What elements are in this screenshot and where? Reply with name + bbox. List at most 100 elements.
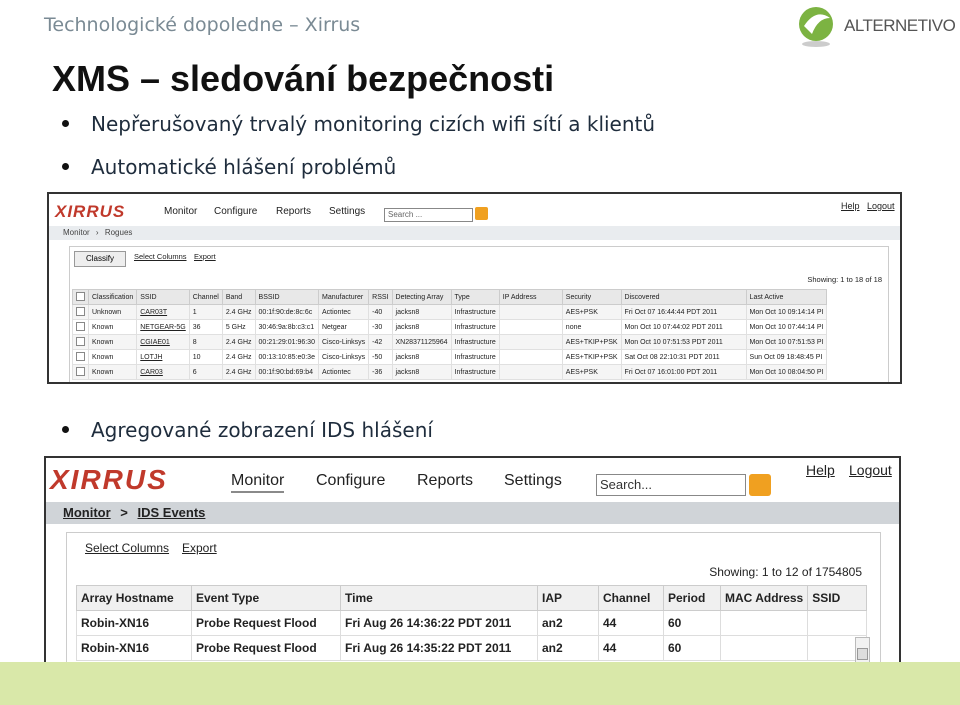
column-header[interactable]: IP Address: [498, 289, 563, 305]
table-cell: Known: [87, 334, 138, 350]
classify-button[interactable]: Classify: [74, 251, 126, 267]
table-cell: jacksn8: [391, 319, 452, 335]
column-header[interactable]: Type: [450, 289, 500, 305]
column-header[interactable]: Band: [221, 289, 256, 305]
column-header[interactable]: Channel: [598, 585, 664, 611]
ssid-link[interactable]: CAR03: [136, 364, 190, 380]
column-header[interactable]: Manufacturer: [317, 289, 370, 305]
nav-reports[interactable]: Reports: [276, 206, 311, 217]
ssid-link[interactable]: CAR03T: [136, 304, 190, 320]
column-header[interactable]: Security: [561, 289, 622, 305]
nav-configure[interactable]: Configure: [214, 206, 257, 217]
table-cell: 5 GHz: [221, 319, 256, 335]
row-checkbox[interactable]: [72, 334, 89, 350]
row-checkbox[interactable]: [72, 319, 89, 335]
table-cell: 1: [188, 304, 223, 320]
table-cell: -30: [368, 319, 393, 335]
table-cell: 2.4 GHz: [221, 304, 256, 320]
table-cell: Actiontec: [317, 364, 370, 380]
table-cell: Infrastructure: [450, 349, 500, 365]
help-link[interactable]: Help: [806, 462, 835, 478]
rogues-panel: Classify Select Columns Export Showing: …: [69, 246, 889, 382]
breadcrumb: Monitor › Rogues: [49, 226, 900, 240]
column-header[interactable]: Event Type: [191, 585, 341, 611]
column-header[interactable]: Detecting Array: [391, 289, 452, 305]
table-row[interactable]: Known LOTJH 10 2.4 GHz 00:13:10:85:e0:3e…: [72, 349, 828, 365]
leaf-logo-icon: [799, 7, 833, 47]
table-row[interactable]: Known CAR03 6 2.4 GHz 00:1f:90:bd:69:b4 …: [72, 364, 828, 380]
table-cell: 2.4 GHz: [221, 349, 256, 365]
nav-settings[interactable]: Settings: [504, 472, 562, 490]
column-header[interactable]: Period: [663, 585, 721, 611]
select-columns-link[interactable]: Select Columns: [134, 252, 187, 261]
nav-settings[interactable]: Settings: [329, 206, 365, 217]
export-link[interactable]: Export: [194, 252, 216, 261]
column-header[interactable]: Time: [340, 585, 538, 611]
table-cell: 36: [188, 319, 223, 335]
table-cell: Netgear: [317, 319, 370, 335]
breadcrumb-ids-events[interactable]: IDS Events: [138, 505, 206, 520]
column-header[interactable]: Last Active: [745, 289, 828, 305]
search-input[interactable]: Search ...: [384, 208, 473, 222]
nav-monitor[interactable]: Monitor: [231, 472, 285, 493]
table-row[interactable]: Unknown CAR03T 1 2.4 GHz 00:1f:90:de:8c:…: [72, 304, 828, 320]
table-cell: Mon Oct 10 07:51:53 PI: [745, 334, 828, 350]
row-checkbox[interactable]: [72, 304, 89, 320]
bullet-text: Nepřerušovaný trvalý monitoring cizích w…: [91, 112, 656, 136]
breadcrumb-monitor[interactable]: Monitor: [63, 505, 111, 520]
scrollbar-thumb[interactable]: [857, 648, 868, 660]
ssid-link[interactable]: NETGEAR-5G: [136, 319, 190, 335]
bullet-text: Agregované zobrazení IDS hlášení: [91, 418, 433, 442]
select-all-checkbox[interactable]: [72, 289, 89, 305]
table-cell: 00:21:29:01:96:30: [254, 334, 319, 350]
row-checkbox[interactable]: [72, 364, 89, 380]
table-cell: AES+TKIP+PSK: [561, 349, 622, 365]
table-cell: Known: [87, 319, 138, 335]
table-cell: AES+TKIP+PSK: [561, 334, 622, 350]
column-header[interactable]: Discovered: [620, 289, 747, 305]
help-link[interactable]: Help: [841, 201, 860, 211]
column-header[interactable]: MAC Address: [719, 585, 809, 611]
table-header-row: Array Hostname Event Type Time IAP Chann…: [76, 585, 868, 611]
column-header[interactable]: Channel: [188, 289, 223, 305]
table-cell: Sun Oct 09 18:48:45 PI: [745, 349, 828, 365]
column-header[interactable]: RSSI: [368, 289, 393, 305]
table-cell: 00:1f:90:de:8c:6c: [254, 304, 319, 320]
logout-link[interactable]: Logout: [849, 462, 892, 478]
table-row[interactable]: Robin-XN16 Probe Request Flood Fri Aug 2…: [76, 635, 868, 661]
table-row[interactable]: Known CGIAE01 8 2.4 GHz 00:21:29:01:96:3…: [72, 334, 828, 350]
ssid-link[interactable]: LOTJH: [136, 349, 190, 365]
table-cell: Robin-XN16: [76, 635, 192, 661]
table-cell: Infrastructure: [450, 304, 500, 320]
column-header[interactable]: BSSID: [254, 289, 319, 305]
row-checkbox[interactable]: [72, 349, 89, 365]
table-cell: [498, 334, 563, 350]
column-header[interactable]: Classification: [87, 289, 138, 305]
ssid-link[interactable]: CGIAE01: [136, 334, 190, 350]
nav-configure[interactable]: Configure: [316, 472, 385, 490]
export-link[interactable]: Export: [182, 541, 217, 555]
table-cell: Sat Oct 08 22:10:31 PDT 2011: [620, 349, 747, 365]
search-go-icon[interactable]: [749, 474, 771, 496]
table-cell: Probe Request Flood: [191, 635, 341, 661]
breadcrumb-rogues[interactable]: Rogues: [105, 228, 133, 237]
breadcrumb-monitor[interactable]: Monitor: [63, 228, 90, 237]
ids-events-panel: Select Columns Export Showing: 1 to 12 o…: [66, 532, 881, 668]
select-columns-link[interactable]: Select Columns: [85, 541, 169, 555]
nav-reports[interactable]: Reports: [417, 472, 473, 490]
table-cell: jacksn8: [391, 304, 452, 320]
column-header[interactable]: Array Hostname: [76, 585, 192, 611]
search-input[interactable]: Search...: [596, 474, 746, 496]
table-cell: 8: [188, 334, 223, 350]
logout-link[interactable]: Logout: [867, 201, 895, 211]
nav-monitor[interactable]: Monitor: [164, 206, 197, 217]
search-go-icon[interactable]: [475, 207, 488, 220]
table-row[interactable]: Known NETGEAR-5G 36 5 GHz 30:46:9a:8b:c3…: [72, 319, 828, 335]
table-cell: 60: [663, 610, 721, 636]
table-row[interactable]: Robin-XN16 Probe Request Flood Fri Aug 2…: [76, 610, 868, 636]
column-header[interactable]: SSID: [136, 289, 190, 305]
table-cell: Known: [87, 364, 138, 380]
column-header[interactable]: SSID: [807, 585, 868, 611]
table-cell: an2: [537, 635, 599, 661]
column-header[interactable]: IAP: [537, 585, 599, 611]
